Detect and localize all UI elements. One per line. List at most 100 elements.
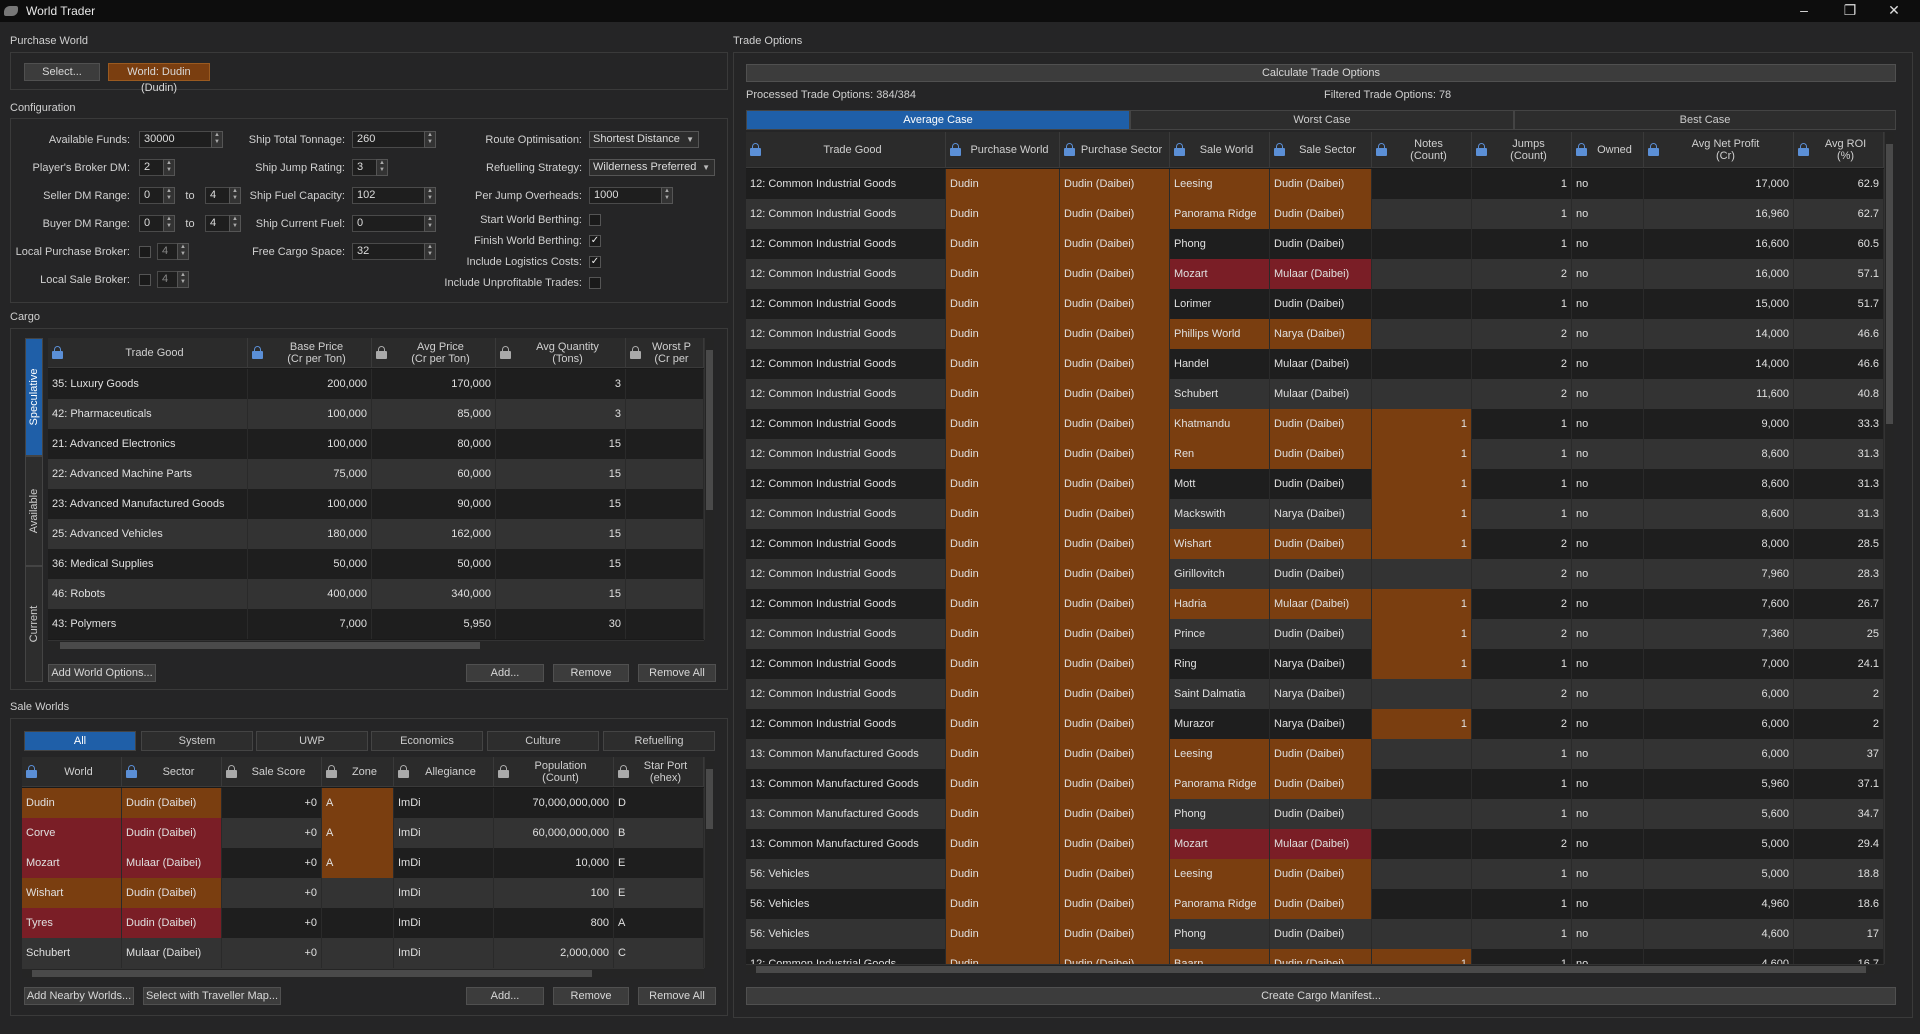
select-world-button[interactable]: Select... xyxy=(24,63,100,81)
table-row[interactable]: 12: Common Industrial Goods Dudin Dudin (D… xyxy=(746,229,1884,259)
lock-icon[interactable] xyxy=(52,346,63,359)
table-row[interactable]: 12: Common Industrial Goods Dudin Dudin (D… xyxy=(746,439,1884,469)
column-header[interactable]: Avg ROI (%) xyxy=(1794,132,1884,168)
column-header[interactable]: Jumps (Count) xyxy=(1472,132,1572,168)
lock-icon[interactable] xyxy=(1576,143,1587,156)
local-sale-broker-input[interactable]: 4 ▲ ▼ xyxy=(157,271,189,288)
finish-berthing-checkbox[interactable]: ✓ xyxy=(589,235,601,247)
lock-icon[interactable] xyxy=(618,765,629,778)
cargo-add-button[interactable]: Add... xyxy=(466,664,544,682)
table-row[interactable]: 13: Common Manufactured Goods Dudin Dudin … xyxy=(746,769,1884,799)
sale-remove-all-button[interactable]: Remove All xyxy=(638,987,716,1005)
column-header[interactable]: Sale Score xyxy=(222,757,322,787)
table-row[interactable]: 12: Common Industrial Goods Dudin Dudin (D… xyxy=(746,529,1884,559)
tab-all[interactable]: All xyxy=(24,731,136,751)
lock-icon[interactable] xyxy=(1798,143,1809,156)
column-header[interactable]: Population (Count) xyxy=(494,757,614,787)
lock-icon[interactable] xyxy=(1648,143,1659,156)
column-header[interactable]: Allegiance xyxy=(394,757,494,787)
table-row[interactable]: Schubert Mulaar (Daibei) +0 ImDi 2,000,000 C xyxy=(22,938,704,968)
tab-culture[interactable]: Culture xyxy=(487,731,599,751)
table-row[interactable]: 56: Vehicles Dudin Dudin (Daibei) Panorama … xyxy=(746,889,1884,919)
table-row[interactable]: 13: Common Manufactured Goods Dudin Dudin … xyxy=(746,739,1884,769)
spin-arrows-icon[interactable]: ▲ ▼ xyxy=(163,215,175,232)
trade-options-vscroll[interactable] xyxy=(1884,132,1894,964)
per-jump-input[interactable]: 1000 ▲ ▼ xyxy=(589,187,673,204)
column-header[interactable]: Worst P (Cr per xyxy=(626,338,704,368)
lock-icon[interactable] xyxy=(1376,143,1387,156)
tab-average-case[interactable]: Average Case xyxy=(746,110,1130,130)
spin-arrows-icon[interactable]: ▲ ▼ xyxy=(376,159,388,176)
table-row[interactable]: 12: Common Industrial Goods Dudin Dudin (D… xyxy=(746,469,1884,499)
table-row[interactable]: 42: Pharmaceuticals 100,000 85,000 3 xyxy=(48,399,704,429)
table-row[interactable]: 36: Medical Supplies 50,000 50,000 15 xyxy=(48,549,704,579)
table-row[interactable]: Dudin Dudin (Daibei) +0 A ImDi 70,000,000,000… xyxy=(22,788,704,818)
ship-tonnage-input[interactable]: 260 ▲ ▼ xyxy=(352,131,436,148)
lock-icon[interactable] xyxy=(26,765,37,778)
spin-arrows-icon[interactable]: ▲ ▼ xyxy=(211,131,223,148)
lock-icon[interactable] xyxy=(226,765,237,778)
scroll-thumb[interactable] xyxy=(60,642,480,649)
table-row[interactable]: 12: Common Industrial Goods Dudin Dudin (D… xyxy=(746,199,1884,229)
trade-options-hscroll[interactable] xyxy=(746,964,1884,974)
column-header[interactable]: Sale World xyxy=(1170,132,1270,168)
column-header[interactable]: Zone xyxy=(322,757,394,787)
cargo-vscroll[interactable] xyxy=(704,338,714,640)
tab-speculative[interactable]: Speculative xyxy=(25,338,43,456)
lock-icon[interactable] xyxy=(1064,143,1075,156)
jump-rating-input[interactable]: 3 ▲ ▼ xyxy=(352,159,388,176)
tab-worst-case[interactable]: Worst Case xyxy=(1130,110,1514,130)
column-header[interactable]: Sale Sector xyxy=(1270,132,1372,168)
available-funds-input[interactable]: 30000 ▲ ▼ xyxy=(139,131,223,148)
table-row[interactable]: 13: Common Manufactured Goods Dudin Dudin … xyxy=(746,829,1884,859)
restore-icon[interactable]: ❐ xyxy=(1830,0,1870,22)
column-header[interactable]: Trade Good xyxy=(48,338,248,368)
spin-arrows-icon[interactable]: ▲ ▼ xyxy=(661,187,673,204)
column-header[interactable]: Star Port (ehex) xyxy=(614,757,704,787)
table-row[interactable]: 12: Common Industrial Goods Dudin Dudin (D… xyxy=(746,619,1884,649)
table-row[interactable]: 12: Common Industrial Goods Dudin Dudin (D… xyxy=(746,679,1884,709)
lock-icon[interactable] xyxy=(1274,143,1285,156)
tab-best-case[interactable]: Best Case xyxy=(1514,110,1896,130)
sale-add-button[interactable]: Add... xyxy=(466,987,544,1005)
table-row[interactable]: 12: Common Industrial Goods Dudin Dudin (D… xyxy=(746,319,1884,349)
table-row[interactable]: 12: Common Industrial Goods Dudin Dudin (D… xyxy=(746,709,1884,739)
current-fuel-input[interactable]: 0 ▲ ▼ xyxy=(352,215,436,232)
table-row[interactable]: 35: Luxury Goods 200,000 170,000 3 xyxy=(48,369,704,399)
lock-icon[interactable] xyxy=(376,346,387,359)
tab-economics[interactable]: Economics xyxy=(371,731,483,751)
table-row[interactable]: 56: Vehicles Dudin Dudin (Daibei) Phong Dudi… xyxy=(746,919,1884,949)
table-row[interactable]: 46: Robots 400,000 340,000 15 xyxy=(48,579,704,609)
table-row[interactable]: 23: Advanced Manufactured Goods 100,000 90… xyxy=(48,489,704,519)
table-row[interactable]: Tyres Dudin (Daibei) +0 ImDi 800 A xyxy=(22,908,704,938)
select-traveller-map-button[interactable]: Select with Traveller Map... xyxy=(143,987,281,1005)
table-row[interactable]: Wishart Dudin (Daibei) +0 ImDi 100 E xyxy=(22,878,704,908)
cargo-hscroll[interactable] xyxy=(48,640,704,650)
sale-remove-button[interactable]: Remove xyxy=(553,987,629,1005)
table-row[interactable]: 13: Common Manufactured Goods Dudin Dudin … xyxy=(746,799,1884,829)
local-sale-broker-checkbox[interactable] xyxy=(139,274,151,286)
cargo-remove-all-button[interactable]: Remove All xyxy=(638,664,716,682)
table-row[interactable]: 12: Common Industrial Goods Dudin Dudin (D… xyxy=(746,169,1884,199)
tab-current[interactable]: Current xyxy=(25,566,43,682)
broker-dm-input[interactable]: 2 ▲ ▼ xyxy=(139,159,175,176)
cargo-remove-button[interactable]: Remove xyxy=(553,664,629,682)
column-header[interactable]: Base Price (Cr per Ton) xyxy=(248,338,372,368)
spin-arrows-icon[interactable]: ▲ ▼ xyxy=(163,159,175,176)
table-row[interactable]: 22: Advanced Machine Parts 75,000 60,000 15 xyxy=(48,459,704,489)
column-header[interactable]: Avg Net Profit (Cr) xyxy=(1644,132,1794,168)
column-header[interactable]: World xyxy=(22,757,122,787)
table-row[interactable]: 12: Common Industrial Goods Dudin Dudin (D… xyxy=(746,559,1884,589)
seller-dm-min-input[interactable]: 0 ▲ ▼ xyxy=(139,187,175,204)
lock-icon[interactable] xyxy=(630,346,641,359)
table-row[interactable]: 43: Polymers 7,000 5,950 30 xyxy=(48,609,704,639)
lock-icon[interactable] xyxy=(498,765,509,778)
table-row[interactable]: 12: Common Industrial Goods Dudin Dudin (D… xyxy=(746,259,1884,289)
spin-arrows-icon[interactable]: ▲ ▼ xyxy=(177,271,189,288)
refuelling-select[interactable]: Wilderness Preferred ▼ xyxy=(589,159,715,176)
lock-icon[interactable] xyxy=(398,765,409,778)
lock-icon[interactable] xyxy=(126,765,137,778)
column-header[interactable]: Trade Good xyxy=(746,132,946,168)
table-row[interactable]: 12: Common Industrial Goods Dudin Dudin (D… xyxy=(746,649,1884,679)
local-purchase-broker-checkbox[interactable] xyxy=(139,246,151,258)
